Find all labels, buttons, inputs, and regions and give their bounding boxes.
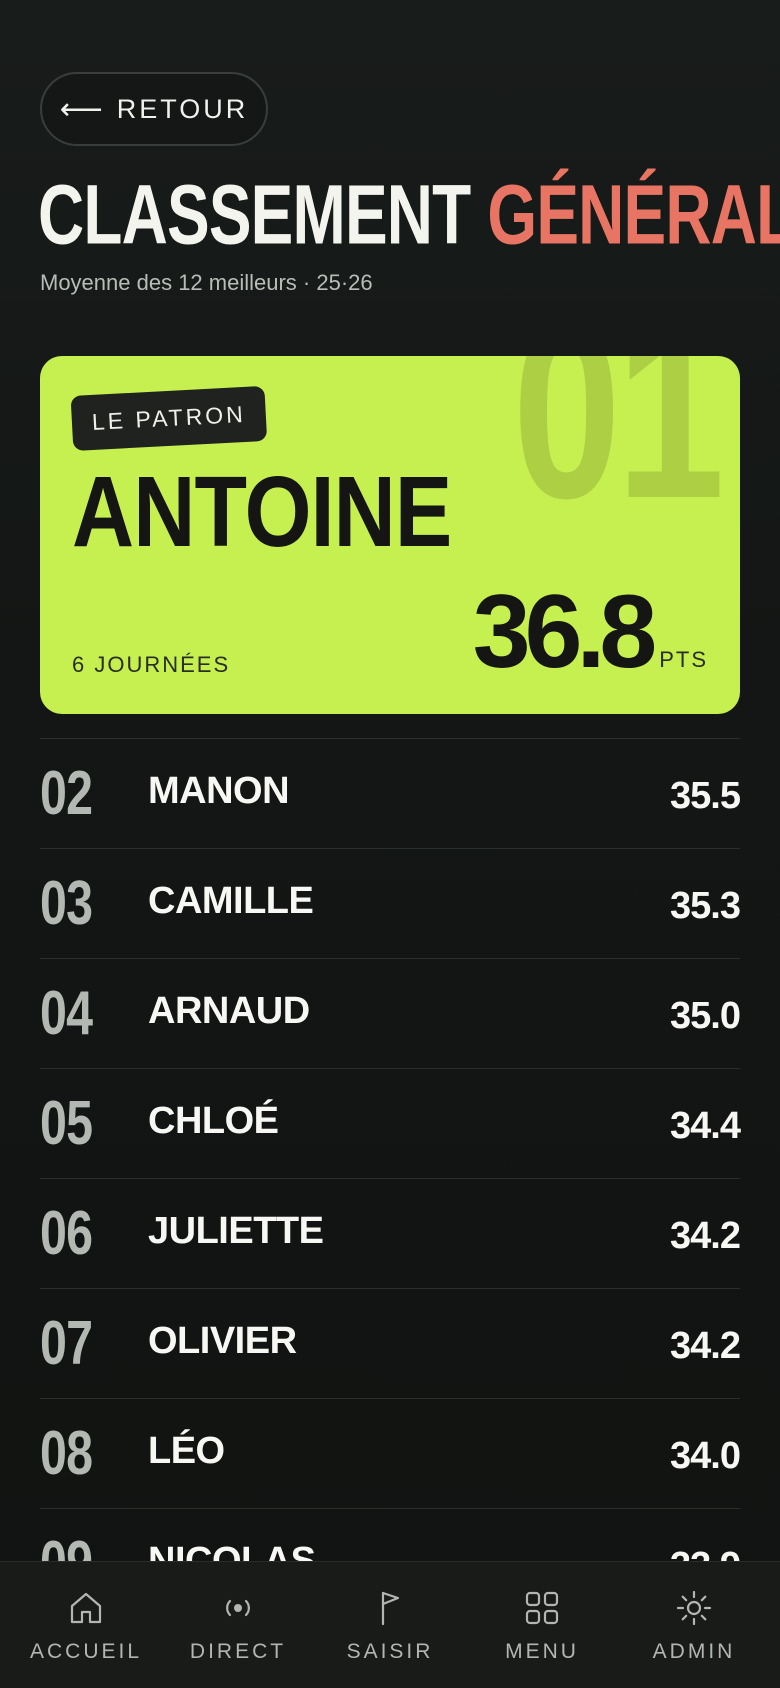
nav-item-menu[interactable]: MENU	[466, 1588, 618, 1664]
row-score: 34.2	[670, 1325, 741, 1367]
row-name: OLIVIER	[148, 1320, 297, 1362]
row-rank: 03	[40, 869, 93, 938]
bottom-nav: ACCUEIL DIRECT SAISIR MENU ADMIN	[0, 1561, 780, 1688]
arrow-left-icon: ⟵	[59, 92, 103, 126]
row-score: 35.5	[670, 775, 741, 817]
live-icon	[226, 1599, 250, 1617]
row-name: LÉO	[148, 1430, 225, 1472]
ranking-row[interactable]: 02 MANON 35.5	[40, 738, 741, 848]
nav-item-direct[interactable]: DIRECT	[162, 1588, 314, 1664]
nav-label: SAISIR	[346, 1640, 434, 1663]
ranking-list: 02 MANON 35.5 03 CAMILLE 35.3 04 ARNAUD …	[40, 738, 741, 1618]
leader-badge: LE PATRON	[70, 385, 268, 451]
nav-item-accueil[interactable]: ACCUEIL	[10, 1588, 162, 1664]
row-rank: 02	[40, 759, 93, 828]
ranking-row[interactable]: 06 JULIETTE 34.2	[40, 1178, 741, 1288]
row-score: 34.0	[670, 1435, 741, 1477]
nav-label: DIRECT	[189, 1640, 287, 1663]
row-name: ARNAUD	[148, 990, 310, 1032]
ranking-row[interactable]: 07 OLIVIER 34.2	[40, 1288, 741, 1398]
leader-rank: 01	[512, 356, 724, 550]
nav-label: ADMIN	[652, 1640, 736, 1663]
page-subtitle: Moyenne des 12 meilleurs · 25·26	[40, 270, 373, 295]
row-score: 35.0	[670, 995, 741, 1037]
leader-score: 36.8 PTS	[473, 580, 708, 684]
grid-icon	[525, 1591, 559, 1625]
row-score: 34.4	[670, 1105, 741, 1147]
nav-label: ACCUEIL	[29, 1640, 143, 1663]
row-name: MANON	[148, 770, 290, 812]
ranking-row[interactable]: 08 LÉO 34.0	[40, 1398, 741, 1508]
leader-name: ANTOINE	[72, 456, 452, 568]
row-score: 35.3	[670, 885, 741, 927]
back-button-label: RETOUR	[116, 93, 249, 124]
nav-item-saisir[interactable]: SAISIR	[314, 1588, 466, 1664]
ranking-row[interactable]: 03 CAMILLE 35.3	[40, 848, 741, 958]
row-rank: 06	[40, 1199, 93, 1268]
page-title: CLASSEMENT GÉNÉRAL	[38, 172, 780, 256]
row-rank: 07	[40, 1309, 93, 1378]
row-name: CAMILLE	[148, 880, 314, 922]
row-name: CHLOÉ	[148, 1100, 279, 1142]
sun-icon	[676, 1590, 712, 1626]
page-title-accent: GÉNÉRAL	[487, 166, 780, 262]
row-rank: 08	[40, 1419, 93, 1488]
leader-score-unit: PTS	[659, 647, 708, 672]
home-icon	[70, 1592, 102, 1624]
app-screen: ⟵ RETOUR CLASSEMENT GÉNÉRAL Moyenne des …	[0, 0, 780, 1688]
flag-icon	[381, 1591, 400, 1626]
row-rank: 04	[40, 979, 93, 1048]
back-button[interactable]: ⟵ RETOUR	[40, 72, 268, 146]
ranking-row[interactable]: 05 CHLOÉ 34.4	[40, 1068, 741, 1178]
row-score: 34.2	[670, 1215, 741, 1257]
leader-score-value: 36.8	[472, 574, 657, 690]
row-name: JULIETTE	[148, 1210, 324, 1252]
leader-journees: 6 JOURNÉES	[72, 652, 231, 677]
leader-card[interactable]: 01 LE PATRON ANTOINE 6 JOURNÉES 36.8 PTS	[40, 356, 740, 714]
ranking-row[interactable]: 04 ARNAUD 35.0	[40, 958, 741, 1068]
row-rank: 05	[40, 1089, 93, 1158]
nav-label: MENU	[505, 1640, 579, 1663]
page-title-main: CLASSEMENT	[38, 166, 471, 262]
nav-item-admin[interactable]: ADMIN	[618, 1588, 770, 1664]
